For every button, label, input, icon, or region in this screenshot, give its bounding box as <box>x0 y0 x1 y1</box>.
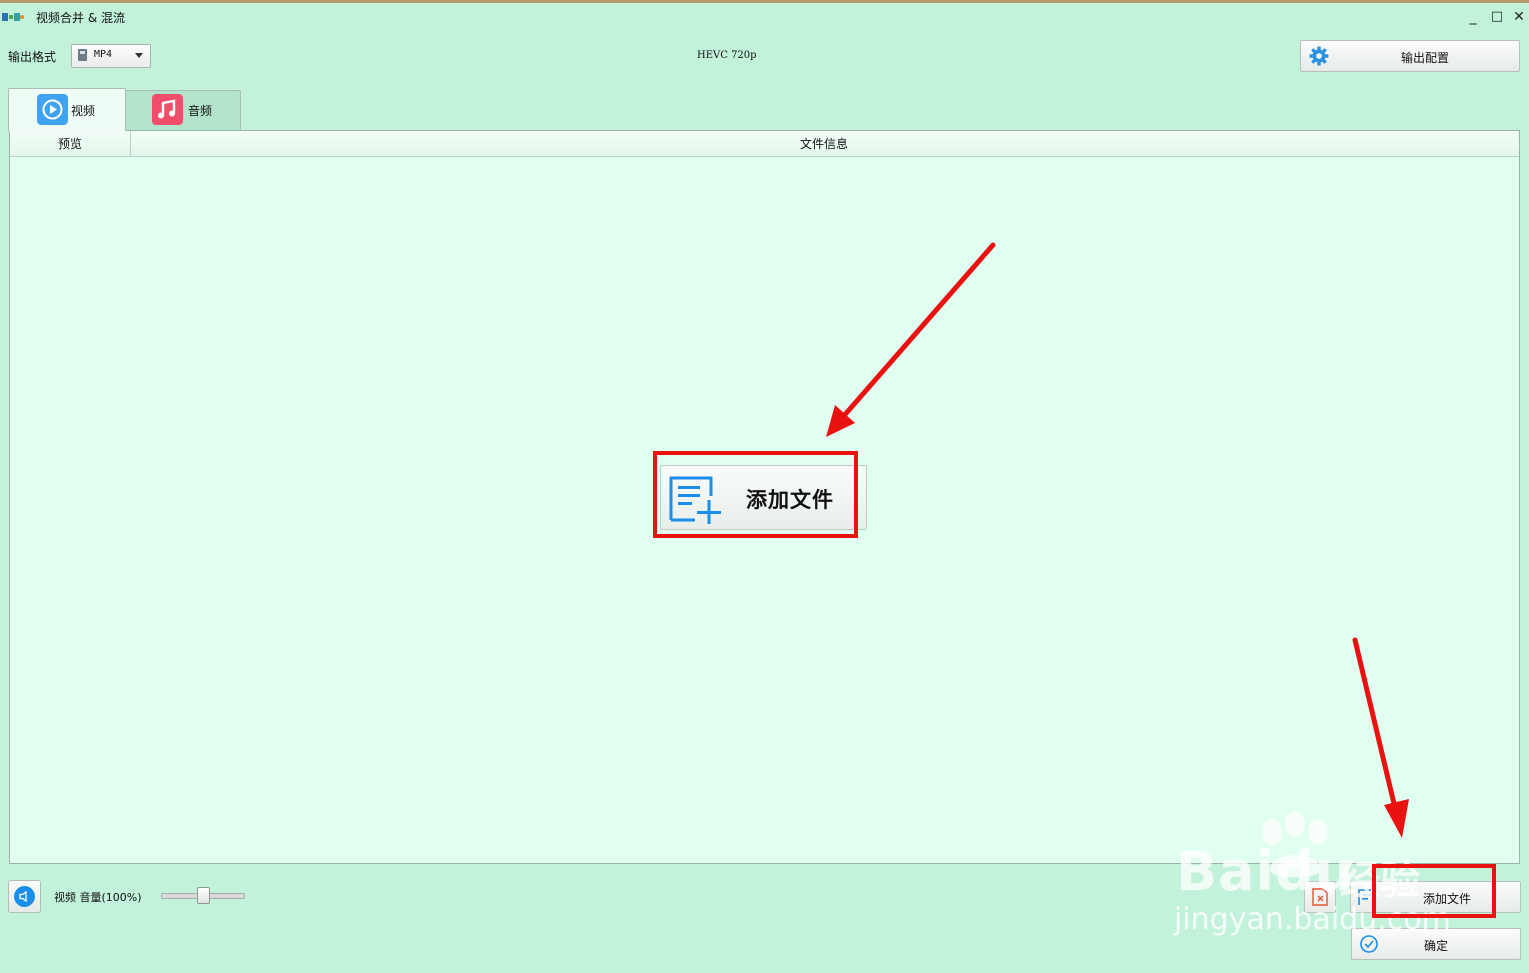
add-file-center-button[interactable]: 添加文件 <box>660 465 867 530</box>
delete-file-icon <box>1312 888 1328 906</box>
tab-audio-label: 音频 <box>188 104 213 118</box>
speaker-icon <box>14 886 35 907</box>
column-file-info[interactable]: 文件信息 <box>131 131 1517 156</box>
add-file-button[interactable]: 添加文件 <box>1373 881 1521 913</box>
volume-label: 视频 音量(100%) <box>54 891 142 904</box>
mute-toggle-button[interactable] <box>8 880 41 913</box>
music-note-icon <box>152 94 183 125</box>
column-preview[interactable]: 预览 <box>10 131 131 156</box>
play-circle-icon <box>37 94 68 125</box>
add-file-button-label: 添加文件 <box>1422 892 1471 906</box>
confirm-button[interactable]: 确定 <box>1351 928 1521 960</box>
minimize-button[interactable]: _ <box>1465 9 1481 25</box>
output-config-button[interactable]: 输出配置 <box>1300 40 1520 72</box>
codec-info: HEVC 720p <box>697 50 757 61</box>
tab-audio[interactable]: 音频 <box>125 90 241 130</box>
maximize-button[interactable]: □ <box>1489 9 1505 25</box>
output-format-value: MP4 <box>94 49 113 60</box>
app-logo-icon <box>2 13 24 21</box>
chevron-down-icon <box>135 53 143 58</box>
add-file-center-label: 添加文件 <box>746 487 834 512</box>
confirm-button-label: 确定 <box>1423 939 1448 953</box>
output-format-dropdown[interactable]: MP4 <box>71 44 151 68</box>
volume-slider-thumb[interactable] <box>197 887 210 904</box>
tab-video-label: 视频 <box>71 104 96 118</box>
list-header: 预览 文件信息 <box>10 131 1519 157</box>
remove-file-button[interactable] <box>1304 881 1336 913</box>
add-file-icon <box>669 476 721 524</box>
title-bar: 视频合并 & 混流 _ □ ✕ <box>0 3 1529 29</box>
video-file-icon <box>78 49 87 61</box>
output-format-label: 输出格式 <box>8 50 57 64</box>
tab-video[interactable]: 视频 <box>8 88 126 131</box>
window-title: 视频合并 & 混流 <box>36 11 125 25</box>
close-button[interactable]: ✕ <box>1511 9 1527 25</box>
output-config-label: 输出配置 <box>1400 51 1449 65</box>
